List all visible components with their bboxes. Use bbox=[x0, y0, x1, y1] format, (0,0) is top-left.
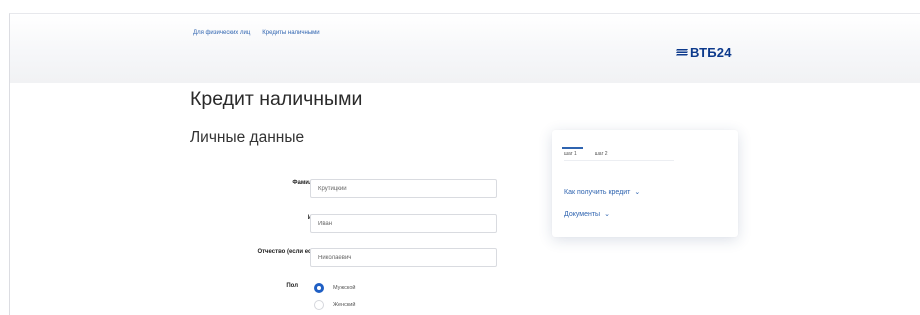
breadcrumb-item-individuals[interactable]: Для физических лиц bbox=[193, 30, 250, 36]
gender-female-label[interactable]: Женский bbox=[333, 302, 355, 308]
gender-male-label[interactable]: Мужской bbox=[333, 285, 355, 291]
documents-label: Документы bbox=[564, 210, 601, 218]
gender-label: Пол bbox=[286, 283, 298, 289]
breadcrumb: Для физических лиц Кредиты наличными bbox=[193, 30, 320, 36]
gender-male-radio[interactable] bbox=[314, 283, 324, 293]
patronymic-input[interactable] bbox=[310, 248, 497, 267]
logo-wordmark: ВТБ24 bbox=[690, 45, 732, 60]
gender-female-radio[interactable] bbox=[314, 300, 324, 310]
first-name-input[interactable] bbox=[310, 214, 497, 233]
site-header bbox=[10, 14, 920, 83]
chevron-down-icon: ⌄ bbox=[604, 211, 610, 218]
documents-link[interactable]: Документы ⌄ bbox=[564, 210, 610, 219]
logo-number: 24 bbox=[716, 45, 732, 60]
page-title: Кредит наличными bbox=[190, 88, 363, 110]
chevron-down-icon: ⌄ bbox=[634, 189, 641, 196]
logo-letters: ВТБ bbox=[690, 45, 717, 60]
steps-card: шаг 1 шаг 2 Как получить кредит ⌄ Докуме… bbox=[552, 130, 738, 237]
steps-tabs: шаг 1 шаг 2 bbox=[562, 147, 608, 157]
logo-mark-icon bbox=[676, 49, 688, 56]
last-name-input[interactable] bbox=[310, 179, 497, 198]
section-title: Личные данные bbox=[190, 129, 305, 146]
how-to-get-loan-label: Как получить кредит bbox=[564, 188, 631, 196]
tab-step-1[interactable]: шаг 1 bbox=[562, 147, 583, 157]
breadcrumb-item-cash-loans[interactable]: Кредиты наличными bbox=[262, 30, 319, 36]
vtb24-logo[interactable]: ВТБ24 bbox=[676, 45, 732, 60]
how-to-get-loan-link[interactable]: Как получить кредит ⌄ bbox=[564, 188, 641, 197]
patronymic-label: Отчество (если есть) bbox=[257, 249, 320, 255]
tabs-divider bbox=[564, 160, 674, 161]
first-name-label: Имя bbox=[190, 215, 320, 221]
last-name-label: Фамилия bbox=[292, 180, 320, 186]
tab-step-2[interactable]: шаг 2 bbox=[595, 147, 608, 157]
